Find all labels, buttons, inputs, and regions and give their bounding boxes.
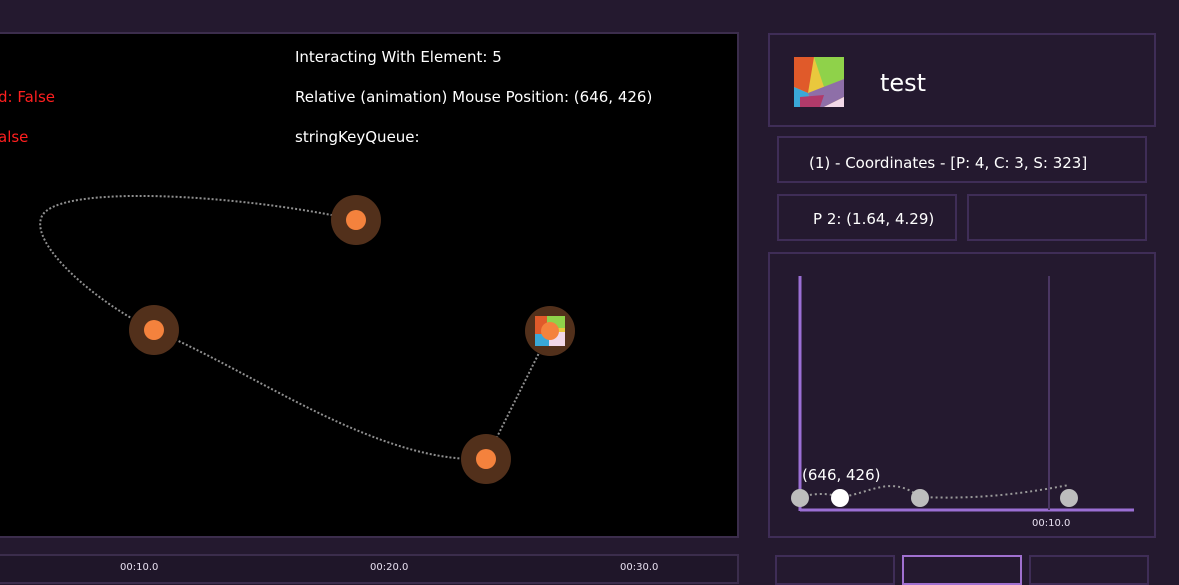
- point-info-panel[interactable]: P 2: (1.64, 4.29): [777, 194, 957, 241]
- animation-canvas[interactable]: Interacting With Element: 5 Relative (an…: [0, 32, 739, 538]
- control-point[interactable]: [129, 305, 179, 355]
- timing-graph: [791, 276, 1134, 512]
- interacting-element-text: Interacting With Element: 5: [295, 48, 502, 66]
- control-button[interactable]: [775, 555, 895, 585]
- point-info-label: P 2: (1.64, 4.29): [813, 210, 935, 228]
- timing-graph-panel[interactable]: (646, 426) 00:10.0: [768, 252, 1156, 538]
- timeline[interactable]: 00:10.0 00:20.0 00:30.0: [0, 554, 739, 584]
- element-header: test: [768, 33, 1156, 127]
- element-title: test: [880, 69, 927, 97]
- coordinates-label: (1) - Coordinates - [P: 4, C: 3, S: 323]: [809, 154, 1088, 172]
- debug-flag-text: d: False: [0, 88, 55, 106]
- path-layer: [39, 194, 575, 484]
- control-point[interactable]: [461, 434, 511, 484]
- element-thumbnail[interactable]: [794, 57, 844, 107]
- coordinates-panel[interactable]: (1) - Coordinates - [P: 4, C: 3, S: 323]: [777, 136, 1147, 183]
- graph-keyframe[interactable]: [791, 489, 809, 507]
- control-button[interactable]: [1029, 555, 1149, 585]
- debug-flag-text: alse: [0, 128, 29, 146]
- timeline-tick: 00:10.0: [120, 562, 159, 573]
- control-point[interactable]: [331, 195, 381, 245]
- point-info-secondary-panel[interactable]: [967, 194, 1147, 241]
- graph-keyframe[interactable]: [1060, 489, 1078, 507]
- animated-element[interactable]: [525, 306, 575, 356]
- motion-path: [39, 194, 551, 461]
- control-button-active[interactable]: [902, 555, 1022, 585]
- graph-keyframe-selected[interactable]: [831, 489, 849, 507]
- mouse-position-text: Relative (animation) Mouse Position: (64…: [295, 88, 653, 106]
- timeline-tick: 00:20.0: [370, 562, 409, 573]
- graph-hover-label: (646, 426): [802, 466, 881, 484]
- graph-tick: 00:10.0: [1032, 518, 1071, 529]
- key-queue-text: stringKeyQueue:: [295, 128, 420, 146]
- graph-keyframe[interactable]: [911, 489, 929, 507]
- timeline-tick: 00:30.0: [620, 562, 659, 573]
